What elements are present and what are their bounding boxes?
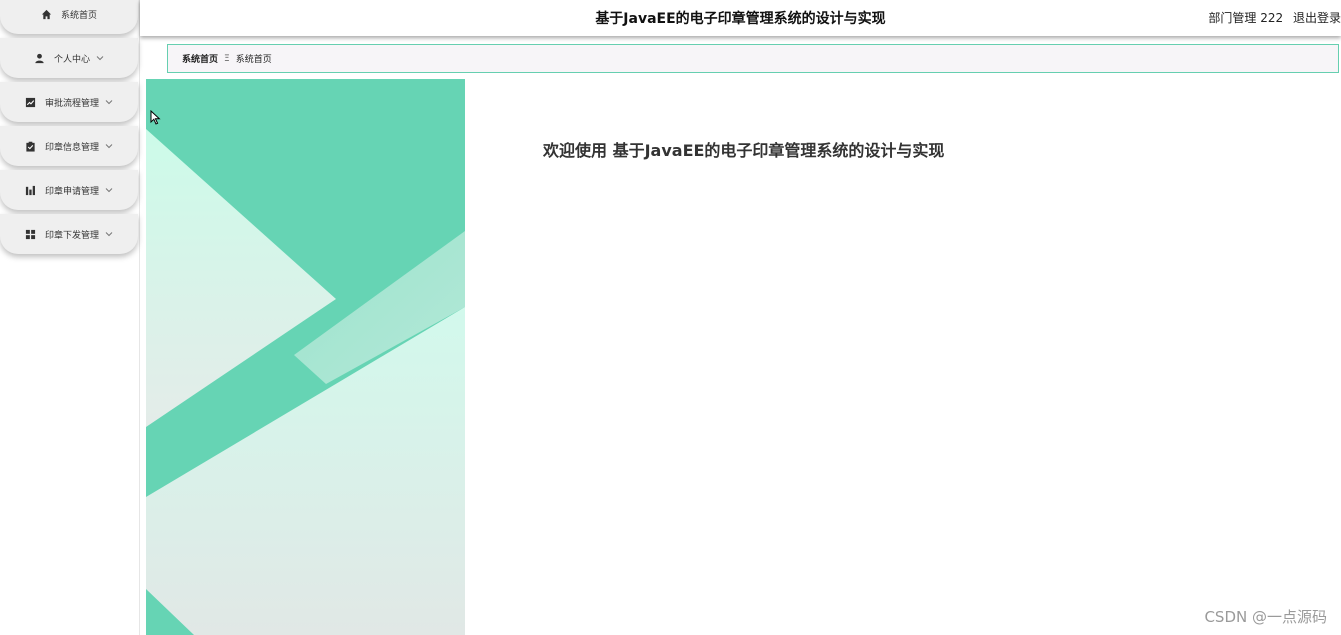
sidebar-item-label: 印章信息管理 bbox=[44, 142, 99, 153]
breadcrumb-root[interactable]: 系统首页 bbox=[182, 52, 218, 65]
chart-icon bbox=[25, 96, 37, 108]
sidebar-item-label: 印章申请管理 bbox=[44, 186, 99, 197]
mouse-cursor-icon bbox=[150, 109, 161, 129]
clipboard-check-icon bbox=[25, 140, 37, 152]
breadcrumb: 系统首页 Ξ 系统首页 bbox=[167, 44, 1339, 73]
sidebar-item-profile[interactable]: 个人中心 bbox=[0, 38, 138, 78]
welcome-heading: 欢迎使用 基于JavaEE的电子印章管理系统的设计与实现 bbox=[543, 137, 944, 161]
watermark-text: CSDN @一点源码 bbox=[1204, 608, 1327, 626]
sidebar-item-seal-apply[interactable]: 印章申请管理 bbox=[0, 170, 138, 210]
breadcrumb-current: 系统首页 bbox=[235, 55, 272, 65]
chevron-down-icon bbox=[105, 142, 113, 150]
chevron-down-icon bbox=[96, 54, 104, 62]
logout-link[interactable]: 退出登录 bbox=[1293, 11, 1341, 25]
chevron-down-icon bbox=[105, 98, 113, 106]
app-title: 基于JavaEE的电子印章管理系统的设计与实现 bbox=[595, 11, 886, 27]
sidebar-item-label: 审批流程管理 bbox=[44, 98, 99, 109]
welcome-system-title: 基于JavaEE的电子印章管理系统的设计与实现 bbox=[612, 141, 945, 160]
user-area: 部门管理 222 退出登录 bbox=[1202, 9, 1341, 26]
sidebar-item-home[interactable]: 系统首页 bbox=[0, 0, 138, 34]
grid-icon bbox=[25, 228, 37, 240]
sidebar-item-seal-info[interactable]: 印章信息管理 bbox=[0, 126, 138, 166]
current-user-label: 部门管理 222 bbox=[1208, 11, 1284, 25]
top-header: 基于JavaEE的电子印章管理系统的设计与实现 部门管理 222 退出登录 bbox=[140, 0, 1341, 36]
bar-chart-icon bbox=[25, 184, 37, 196]
sidebar: 系统首页 个人中心 审批流程管理 印章信息管理 印章申请管理 印章下发管理 bbox=[0, 0, 140, 635]
user-icon bbox=[34, 52, 46, 64]
welcome-prefix: 欢迎使用 bbox=[543, 141, 608, 160]
sidebar-item-approval[interactable]: 审批流程管理 bbox=[0, 82, 138, 122]
sidebar-item-label: 系统首页 bbox=[60, 10, 97, 21]
sidebar-item-label: 印章下发管理 bbox=[44, 230, 99, 241]
breadcrumb-separator-icon: Ξ bbox=[224, 53, 230, 64]
sidebar-item-label: 个人中心 bbox=[53, 54, 90, 65]
chevron-down-icon bbox=[105, 230, 113, 238]
decorative-banner-image bbox=[146, 79, 465, 635]
chevron-down-icon bbox=[105, 186, 113, 194]
sidebar-item-seal-issue[interactable]: 印章下发管理 bbox=[0, 214, 138, 254]
home-icon bbox=[41, 8, 53, 20]
